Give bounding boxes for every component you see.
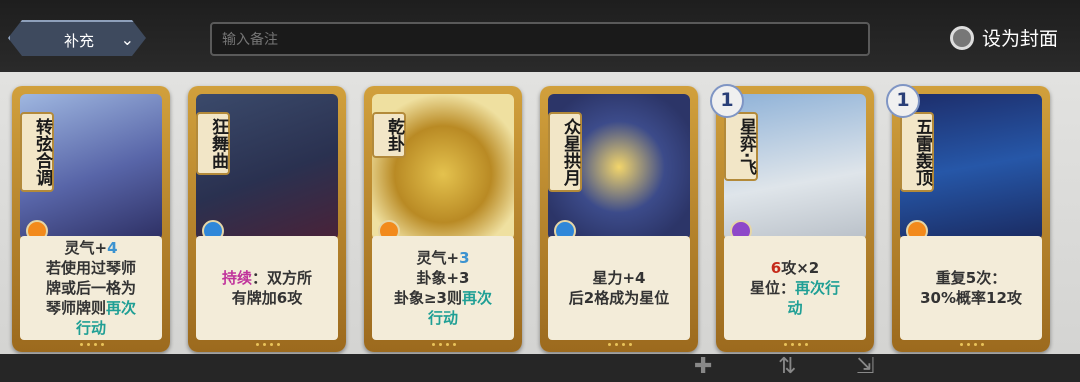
- dot: [629, 343, 632, 346]
- note-input[interactable]: [210, 22, 870, 56]
- card-description-text: 再次行: [795, 279, 841, 297]
- card-description-text: 4: [107, 239, 118, 257]
- card-dots: [942, 343, 1002, 347]
- card[interactable]: 五雷轰顶 1 重复5次： 30%概率12攻: [886, 84, 1050, 352]
- card[interactable]: 星弈·飞 1 6攻×2 星位：再次行动: [710, 84, 874, 352]
- card-dots: [62, 343, 122, 347]
- card-description-text: 星力+4: [592, 269, 646, 287]
- card-name: 乾卦: [372, 112, 406, 158]
- card-description-text: 3: [459, 249, 470, 267]
- card-description-text: ：双方所: [252, 269, 313, 287]
- card-description: 灵气+3 卦象+3 卦象≥3则再次 行动: [372, 236, 514, 340]
- card-description-text: 30%概率12攻: [920, 289, 1022, 307]
- dot: [453, 343, 456, 346]
- card-description-text: 牌或后一格为: [45, 279, 136, 297]
- card-description: 重复5次： 30%概率12攻: [900, 236, 1042, 340]
- card[interactable]: 乾卦灵气+3 卦象+3 卦象≥3则再次 行动: [364, 86, 522, 352]
- card-dots: [414, 343, 474, 347]
- add-icon[interactable]: ✚: [694, 354, 712, 379]
- radio-icon[interactable]: [950, 25, 974, 50]
- card-description-text: 动: [787, 299, 803, 317]
- card-description-text: 若使用过琴师: [45, 259, 136, 277]
- dot: [981, 343, 984, 346]
- card-description-text: 星位：: [749, 279, 795, 297]
- deck-type-selector[interactable]: 补充 ⌄: [8, 20, 146, 56]
- dot: [80, 343, 83, 346]
- dot: [277, 343, 280, 346]
- card[interactable]: 众星拱月星力+4 后2格成为星位: [540, 86, 698, 352]
- card-dots: [590, 343, 650, 347]
- card-description: 灵气+4 若使用过琴师 牌或后一格为 琴师牌则再次 行动: [20, 236, 162, 340]
- card-description: 持续：双方所有牌加6攻: [196, 236, 338, 340]
- card-description-text: 灵气+: [64, 239, 108, 257]
- dot: [446, 343, 449, 346]
- card-description-text: 卦象+3: [416, 269, 470, 287]
- sort-icon[interactable]: ⇅: [778, 354, 796, 379]
- dot: [622, 343, 625, 346]
- dot: [432, 343, 435, 346]
- card-description-text: 卦象≥3则: [393, 289, 462, 307]
- card-description-text: 后2格成为星位: [568, 289, 670, 307]
- card-description-text: 再次: [106, 299, 137, 317]
- card[interactable]: 狂舞曲持续：双方所有牌加6攻: [188, 86, 346, 352]
- dot: [256, 343, 259, 346]
- dot: [270, 343, 273, 346]
- dot: [263, 343, 266, 346]
- dot: [960, 343, 963, 346]
- export-icon[interactable]: ⇲: [856, 354, 874, 379]
- card-name: 众星拱月: [548, 112, 582, 192]
- card-description: 星力+4 后2格成为星位: [548, 236, 690, 340]
- card-description-text: 攻×2: [781, 259, 820, 277]
- dot: [615, 343, 618, 346]
- dot: [798, 343, 801, 346]
- card-description-text: 再次: [462, 289, 493, 307]
- card-name: 狂舞曲: [196, 112, 230, 175]
- dot: [805, 343, 808, 346]
- dot: [974, 343, 977, 346]
- dot: [967, 343, 970, 346]
- card-description: 6攻×2 星位：再次行动: [724, 236, 866, 340]
- card-description-text: 行动: [75, 319, 106, 337]
- dot: [784, 343, 787, 346]
- card-count-badge: 1: [886, 84, 920, 118]
- card-description-text: 行动: [427, 309, 458, 327]
- dot: [87, 343, 90, 346]
- card-name: 五雷轰顶: [900, 112, 934, 192]
- chevron-down-icon: ⌄: [120, 30, 134, 49]
- dot: [101, 343, 104, 346]
- card-name: 星弈·飞: [724, 112, 758, 182]
- deck-type-label: 补充: [63, 31, 94, 50]
- dot: [439, 343, 442, 346]
- card-description-text: 重复5次：: [935, 269, 1007, 287]
- set-cover-toggle[interactable]: 设为封面: [950, 24, 1058, 51]
- card-dots: [238, 343, 298, 347]
- card-description-text: 琴师牌则: [45, 299, 106, 317]
- card[interactable]: 转弦合调灵气+4 若使用过琴师 牌或后一格为 琴师牌则再次 行动: [12, 86, 170, 352]
- dot: [608, 343, 611, 346]
- dot: [791, 343, 794, 346]
- card-description-text: 灵气+: [416, 249, 460, 267]
- card-count-badge: 1: [710, 84, 744, 118]
- card-description-text: 持续: [221, 269, 252, 287]
- set-cover-label: 设为封面: [982, 28, 1059, 50]
- bottom-bar: [0, 354, 1080, 382]
- card-description-text: 6: [770, 259, 782, 277]
- card-dots: [766, 343, 826, 347]
- card-description-text: 有牌加6攻: [231, 289, 303, 307]
- card-name: 转弦合调: [20, 112, 54, 192]
- dot: [94, 343, 97, 346]
